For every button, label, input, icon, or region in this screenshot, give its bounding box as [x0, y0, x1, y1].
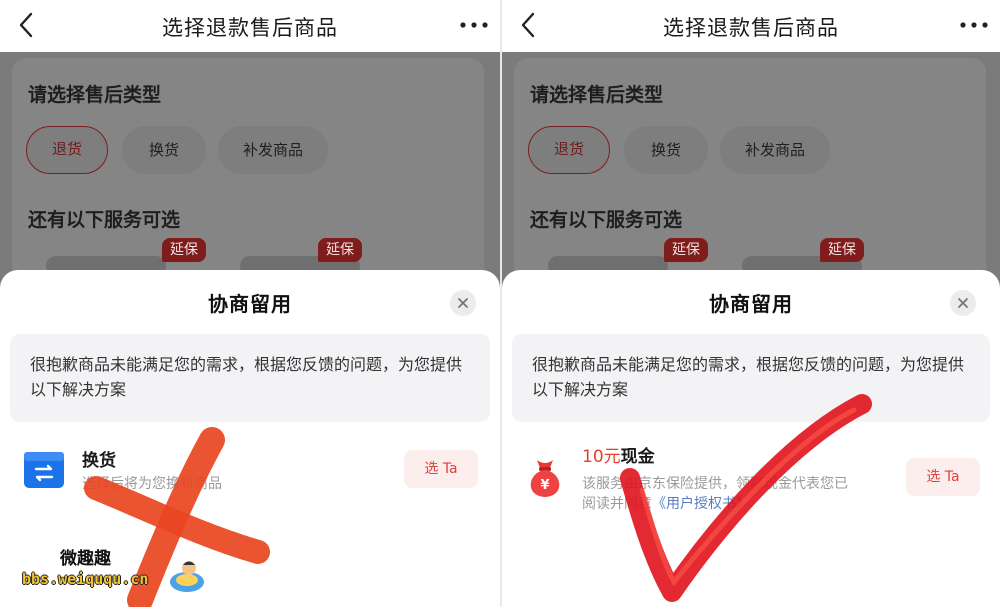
type-option-reissue[interactable]: 补发商品 [720, 126, 830, 174]
more-options-icon[interactable] [960, 22, 988, 28]
aftersale-type-heading: 请选择售后类型 [28, 84, 162, 106]
top-nav-bar: 选择退款售后商品 [0, 0, 500, 52]
exchange-icon [24, 452, 64, 488]
sheet-title: 协商留用 [208, 292, 292, 316]
sheet-title: 协商留用 [709, 292, 793, 316]
option-title: 10元现金 [582, 442, 655, 467]
watermark-logo-text: 微趣趣 [60, 549, 111, 569]
warranty-badge: 延保 [820, 238, 864, 262]
select-button[interactable]: 选 Ta [906, 458, 980, 496]
bottom-sheet: 协商留用 很抱歉商品未能满足您的需求，根据您反馈的问题，为您提供以下解决方案 ¥… [502, 270, 1000, 607]
close-icon[interactable] [450, 290, 476, 316]
type-option-exchange[interactable]: 换货 [122, 126, 206, 174]
cash-amount: 10元 [582, 447, 621, 467]
option-description: 选择后将为您换新商品 [82, 476, 222, 492]
option-description: 该服务由京东保险提供，领取现金代表您已阅读并同意《用户授权书》 [582, 474, 852, 514]
money-bag-icon: ¥ [530, 460, 560, 497]
aftersale-type-heading: 请选择售后类型 [530, 84, 664, 106]
option-title: 换货 [82, 451, 116, 471]
warranty-badge: 延保 [664, 238, 708, 262]
more-options-icon[interactable] [460, 22, 488, 28]
sheet-message: 很抱歉商品未能满足您的需求，根据您反馈的问题，为您提供以下解决方案 [512, 334, 990, 422]
page-title: 选择退款售后商品 [162, 16, 338, 40]
left-screenshot: 选择退款售后商品 请选择售后类型 退货 换货 补发商品 还有以下服务可选 延保 … [0, 0, 500, 607]
sheet-message: 很抱歉商品未能满足您的需求，根据您反馈的问题，为您提供以下解决方案 [10, 334, 490, 422]
type-option-exchange[interactable]: 换货 [624, 126, 708, 174]
type-option-return[interactable]: 退货 [26, 126, 108, 174]
warranty-badge: 延保 [318, 238, 362, 262]
extra-services-heading: 还有以下服务可选 [28, 209, 181, 231]
svg-text:¥: ¥ [540, 478, 549, 493]
right-screenshot: 选择退款售后商品 请选择售后类型 退货 换货 补发商品 还有以下服务可选 延保 … [500, 0, 1000, 607]
watermark-mascot-icon [170, 561, 204, 592]
select-button[interactable]: 选 Ta [404, 450, 478, 488]
user-authorization-link[interactable]: 《用户授权书》 [652, 496, 750, 512]
top-nav-bar: 选择退款售后商品 [502, 0, 1000, 52]
close-icon[interactable] [950, 290, 976, 316]
page-title: 选择退款售后商品 [663, 16, 839, 40]
watermark-url: bbs.weiququ.cn [22, 570, 149, 588]
extra-services-heading: 还有以下服务可选 [530, 209, 683, 231]
warranty-badge: 延保 [162, 238, 206, 262]
type-option-return[interactable]: 退货 [528, 126, 610, 174]
cash-label: 现金 [620, 447, 655, 467]
site-watermark: 微趣趣 bbs.weiququ.cn [22, 538, 212, 598]
type-option-reissue[interactable]: 补发商品 [218, 126, 328, 174]
